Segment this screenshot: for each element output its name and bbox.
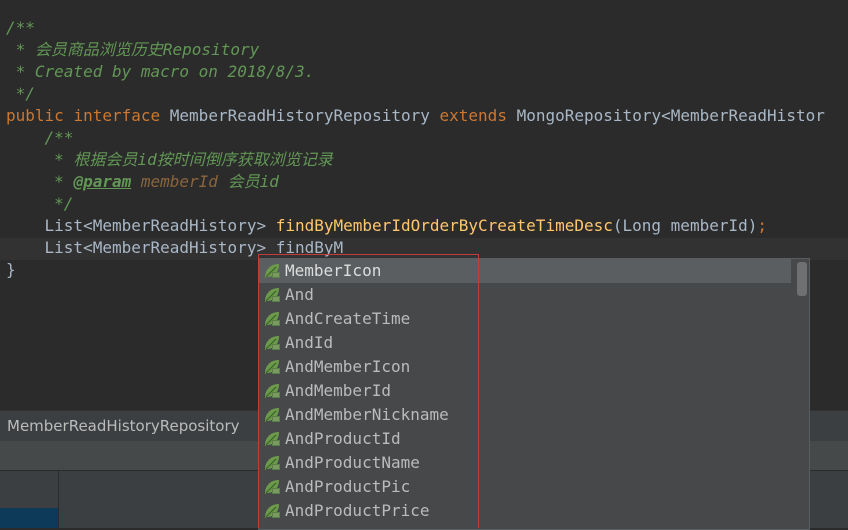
completion-item[interactable]: AndMemberId xyxy=(259,379,791,403)
tool-window-selected-item[interactable] xyxy=(0,508,58,528)
spring-leaf-icon xyxy=(265,384,280,398)
code-line-10: List<MemberReadHistory> findByMemberIdOr… xyxy=(6,216,768,235)
code-line-11[interactable]: List<MemberReadHistory> findByM xyxy=(6,237,344,259)
completion-item[interactable]: AndMemberNickname xyxy=(259,403,791,427)
code-line-7: * 根据会员id按时间倒序获取浏览记录 xyxy=(6,150,333,169)
completion-item-label: MemberIcon xyxy=(285,261,382,280)
spring-leaf-icon xyxy=(265,480,280,494)
completion-item-label: AndProductName xyxy=(285,453,420,472)
completion-item-label: AndMemberIcon xyxy=(285,357,411,376)
completion-item-label: AndProductId xyxy=(285,429,401,448)
popup-scrollbar[interactable] xyxy=(797,262,807,296)
completion-item[interactable]: AndId xyxy=(259,331,791,355)
completion-item[interactable]: And xyxy=(259,283,791,307)
completion-item[interactable]: AndProductId xyxy=(259,427,791,451)
completion-item-label: And xyxy=(285,285,314,304)
code-line-12: } xyxy=(6,260,16,279)
breadcrumb[interactable]: MemberReadHistoryRepository xyxy=(7,417,240,435)
spring-leaf-icon xyxy=(265,264,280,278)
code-line-4: */ xyxy=(6,84,35,103)
spring-leaf-icon xyxy=(265,432,280,446)
code-line-3: * Created by macro on 2018/8/3. xyxy=(6,62,315,81)
completion-item[interactable]: AndCreateTime xyxy=(259,307,791,331)
completion-item-label: AndMemberId xyxy=(285,381,391,400)
spring-leaf-icon xyxy=(265,360,280,374)
completion-item-label: AndCreateTime xyxy=(285,309,411,328)
completion-item[interactable]: AndProductPic xyxy=(259,475,791,499)
spring-leaf-icon xyxy=(265,336,280,350)
spring-leaf-icon xyxy=(265,408,280,422)
spring-leaf-icon xyxy=(265,456,280,470)
completion-item[interactable]: AndProductPrice xyxy=(259,499,791,523)
code-line-8: * @param memberId 会员id xyxy=(6,172,279,191)
code-completion-popup[interactable]: MemberIcon And AndCreateTime AndId AndMember… xyxy=(258,258,810,530)
code-line-6: /** xyxy=(6,128,74,147)
spring-leaf-icon xyxy=(265,504,280,518)
completion-item[interactable]: AndProductName xyxy=(259,451,791,475)
code-line-1: /** xyxy=(6,18,35,37)
completion-item[interactable]: AndMemberIcon xyxy=(259,355,791,379)
completion-item-label: AndProductPrice xyxy=(285,501,430,520)
completion-item[interactable]: MemberIcon xyxy=(259,259,791,283)
code-line-2: * 会员商品浏览历史Repository xyxy=(6,40,260,59)
code-line-5: public interface MemberReadHistoryReposi… xyxy=(6,106,825,125)
spring-leaf-icon xyxy=(265,288,280,302)
completion-item-label: AndId xyxy=(285,333,334,352)
spring-leaf-icon xyxy=(265,312,280,326)
completion-item-label: AndMemberNickname xyxy=(285,405,449,424)
code-line-9: */ xyxy=(6,194,74,213)
completion-item-label: AndProductPic xyxy=(285,477,411,496)
